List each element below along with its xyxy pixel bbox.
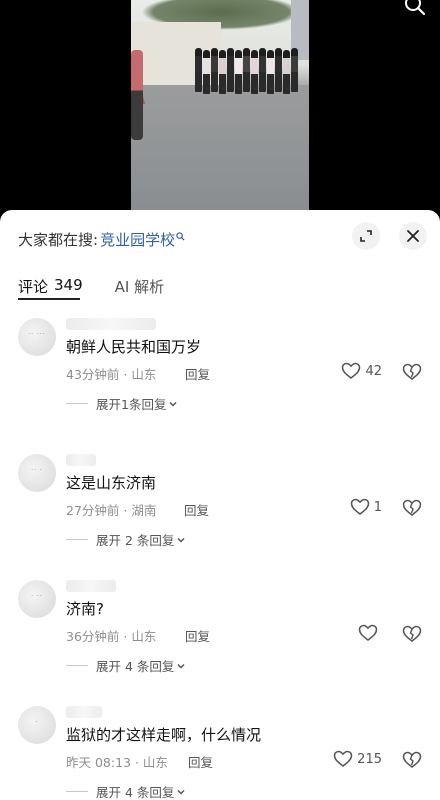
expand-replies-label: 展开 2 条回复 [96,533,175,548]
expand-replies-label: 展开1条回复 [96,397,167,412]
avatar[interactable]: ·· · [18,454,56,492]
comment-text: 济南? [66,600,104,618]
like-button[interactable]: 215 [333,750,382,768]
reply-button[interactable]: 回复 [185,626,210,645]
expand-replies[interactable]: 展开 4 条回复 [66,782,186,800]
video-person [283,50,290,94]
tab-comments[interactable]: 评论 349 [18,276,83,297]
close-button[interactable] [399,222,427,250]
chevron-down-icon [169,401,177,407]
reply-button[interactable]: 回复 [184,500,209,519]
divider-line [66,665,88,666]
comment-item: · ·· 济南? 36分钟前 · 山东 回复 展开 4 条回复 [0,576,440,702]
comment-item: ·· · 这是山东济南 27分钟前 · 湖南 回复 1 展开 2 条回复 [0,450,440,576]
video-person [291,48,298,92]
video-road [131,85,309,215]
search-prefix: 大家都在搜: [18,230,99,249]
video-person [243,48,250,92]
video-person [275,48,282,92]
reply-button[interactable]: 回复 [188,752,213,771]
divider-line [66,539,88,540]
chevron-down-icon [177,789,185,795]
username-blurred[interactable] [66,580,116,592]
avatar[interactable]: ·· ··· [18,318,56,356]
video-person [195,48,202,92]
expand-replies[interactable]: 展开1条回复 [66,394,178,413]
heart-icon [350,498,369,515]
search-suggestion[interactable]: 大家都在搜: 竞业园学校 [18,228,185,250]
username-blurred[interactable] [66,318,156,330]
video-crowd [195,44,307,100]
broken-heart-icon[interactable] [402,624,422,644]
comment-count: 349 [54,276,83,294]
like-button[interactable]: 1 [350,498,382,516]
collapse-icon [360,230,372,242]
search-query-link[interactable]: 竞业园学校 [100,229,175,250]
username-blurred[interactable] [66,706,102,718]
video-person [227,48,234,92]
broken-heart-icon[interactable] [402,362,422,382]
divider-line [66,403,88,404]
broken-heart-icon[interactable] [402,750,422,770]
tab-comments-label: 评论 [18,278,49,296]
heart-icon [333,750,353,767]
heart-icon [358,624,378,641]
reply-button[interactable]: 回复 [185,364,210,383]
username-blurred[interactable] [66,454,96,466]
avatar[interactable]: · [18,706,56,744]
video-person [259,48,266,92]
tab-ai-analysis[interactable]: AI 解析 [115,276,164,297]
video-player[interactable] [0,0,440,215]
expand-replies[interactable]: 展开 4 条回复 [66,656,186,675]
like-count: 1 [373,499,382,515]
like-button[interactable] [358,624,382,642]
close-icon [407,230,419,242]
video-person [211,48,218,92]
comment-meta: 昨天 08:13 · 山东 [66,755,168,770]
comment-text: 监狱的才这样走啊，什么情况 [66,726,262,744]
video-person [267,50,274,94]
video-person [251,50,258,94]
like-count: 42 [365,363,382,379]
divider-line [66,791,88,792]
comments-sheet: 大家都在搜: 竞业园学校 评论 349 AI 解析 ·· ··· 朝鲜人民共和国… [0,210,440,800]
comment-meta: 43分钟前 · 山东 [66,367,157,382]
video-walker [131,50,143,140]
expand-replies-label: 展开 4 条回复 [96,785,175,800]
video-person [219,50,226,94]
collapse-button[interactable] [352,222,380,250]
avatar[interactable]: · ·· [18,580,56,618]
comment-text: 朝鲜人民共和国万岁 [66,338,202,356]
chevron-down-icon [177,663,185,669]
video-person [203,50,210,94]
like-count: 215 [357,751,382,767]
search-icon [176,231,185,241]
search-icon[interactable] [404,0,426,16]
expand-replies-label: 展开 4 条回复 [96,659,175,674]
comment-item: ·· ··· 朝鲜人民共和国万岁 43分钟前 · 山东 回复 42 展开1条回复 [0,314,440,440]
like-button[interactable]: 42 [341,362,382,380]
video-person [235,50,242,94]
tab-active-indicator [18,298,80,300]
chevron-down-icon [177,537,185,543]
heart-icon [342,362,361,379]
comment-item: · 监狱的才这样走啊，什么情况 昨天 08:13 · 山东 回复 215 展开 … [0,702,440,800]
broken-heart-icon[interactable] [402,498,422,518]
comment-meta: 36分钟前 · 山东 [66,629,157,644]
expand-replies[interactable]: 展开 2 条回复 [66,530,186,549]
comment-text: 这是山东济南 [66,474,157,492]
video-frame [131,0,309,215]
comment-meta: 27分钟前 · 湖南 [66,503,157,518]
comment-tabs: 评论 349 AI 解析 [18,276,164,297]
